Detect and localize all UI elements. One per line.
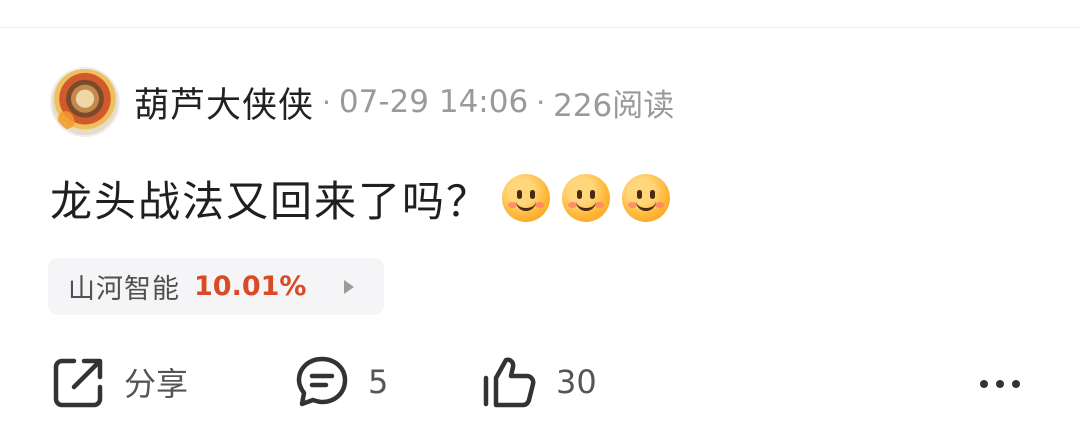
comment-icon [296,356,348,407]
stock-change: 10.01% [194,271,307,302]
meta-separator: · [322,85,331,119]
top-divider [0,27,1080,28]
post-body[interactable]: 龙头战法又回来了吗？ [50,168,671,228]
play-arrow-icon [344,280,354,294]
avatar-flame [55,108,77,132]
avatar[interactable] [50,67,120,137]
share-label: 分享 [124,365,189,403]
comment-count: 5 [368,363,389,401]
smile-emoji [562,174,611,222]
smile-emoji [622,174,671,222]
share-button[interactable]: 分享 [52,352,188,412]
like-count: 30 [556,363,597,401]
share-icon [53,358,103,408]
stock-tag[interactable]: 山河智能 10.01% [48,258,384,315]
meta-separator: · [536,85,546,119]
more-button[interactable] [976,352,1024,412]
comment-button[interactable]: 5 [294,352,388,412]
author-name[interactable]: 葫芦大侠侠 [134,77,314,128]
read-count: 226阅读 [553,87,675,124]
stock-name: 山河智能 [68,274,180,305]
smile-emoji [502,174,551,222]
post-date: 07-29 14:06 [338,84,529,120]
thumbs-up-icon [483,357,536,408]
author-row: 葫芦大侠侠 · 07-29 14:06 · 226阅读 [50,66,674,138]
more-dots-icon [976,373,1024,392]
post-text: 龙头战法又回来了吗？ [50,176,491,226]
like-button[interactable]: 30 [480,352,597,412]
